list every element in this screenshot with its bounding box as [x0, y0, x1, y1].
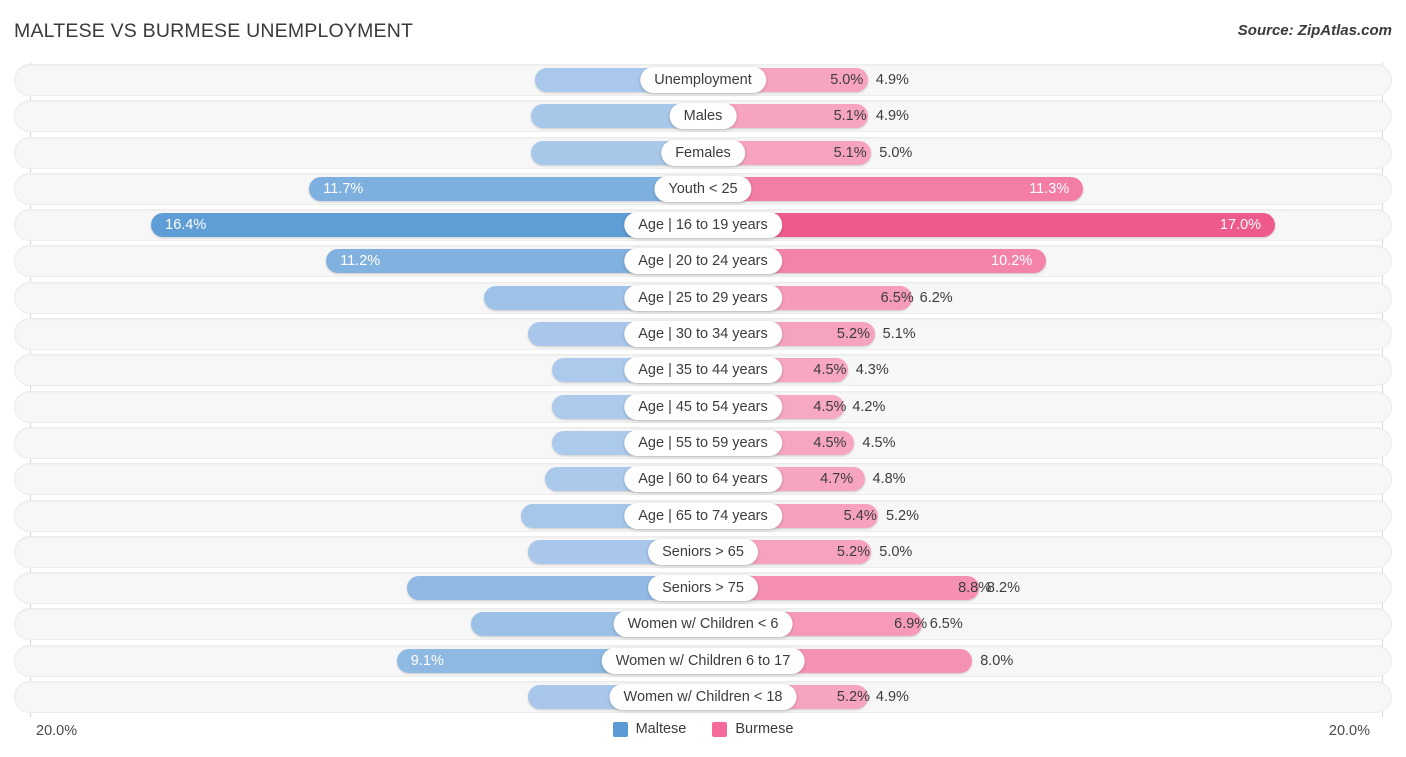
bar-row: 5.2% 4.9% Women w/ Children < 18: [0, 681, 1406, 714]
bar-row: 4.5% 4.3% Age | 35 to 44 years: [0, 354, 1406, 387]
value-label-burmese: 4.3%: [855, 362, 889, 379]
row-category-label: Age | 35 to 44 years: [624, 357, 782, 384]
legend-swatch-icon: [612, 721, 628, 737]
bar-row: 11.7% 11.3% Youth < 25: [0, 172, 1406, 205]
bar-row: 6.5% 6.2% Age | 25 to 29 years: [0, 281, 1406, 314]
chart-footer: 20.0% 20.0% Maltese Burmese: [0, 717, 1406, 757]
value-label-burmese: 6.2%: [919, 289, 953, 306]
legend-label: Burmese: [735, 721, 794, 737]
bar-row: 6.9% 6.5% Women w/ Children < 6: [0, 608, 1406, 641]
bar-row: 5.2% 5.0% Seniors > 65: [0, 535, 1406, 568]
value-label-burmese: 8.2%: [986, 580, 1020, 597]
chart-legend: Maltese Burmese: [0, 721, 1406, 737]
row-category-label: Males: [669, 103, 737, 130]
value-label-burmese: 4.8%: [872, 471, 906, 488]
legend-item: Maltese: [612, 721, 687, 737]
bar-row: 5.1% 5.0% Females: [0, 136, 1406, 169]
bar-row: 5.2% 5.1% Age | 30 to 34 years: [0, 318, 1406, 351]
bar-row: 8.8% 8.2% Seniors > 75: [0, 572, 1406, 605]
row-category-label: Age | 60 to 64 years: [624, 466, 782, 493]
legend-item: Burmese: [712, 721, 793, 737]
row-category-label: Age | 16 to 19 years: [624, 212, 782, 239]
value-label-burmese: 4.9%: [875, 72, 909, 88]
row-category-label: Women w/ Children 6 to 17: [601, 647, 805, 674]
bar-row: 11.2% 10.2% Age | 20 to 24 years: [0, 245, 1406, 278]
value-label-burmese: 10.2%: [991, 253, 1033, 270]
value-label-burmese: 4.9%: [875, 108, 909, 125]
row-category-label: Women w/ Children < 6: [613, 611, 793, 638]
value-label-burmese: 4.9%: [875, 689, 909, 706]
chart-container: MALTESE VS BURMESE UNEMPLOYMENT Source: …: [0, 0, 1406, 757]
value-label-burmese: 11.3%: [1029, 180, 1070, 197]
row-category-label: Seniors > 75: [648, 575, 758, 602]
value-label-maltese: 9.1%: [410, 652, 444, 669]
row-category-label: Females: [661, 139, 745, 166]
value-label-maltese: 6.9%: [894, 616, 928, 633]
value-label-burmese: 4.2%: [852, 398, 886, 415]
source-attribution: Source: ZipAtlas.com: [1237, 22, 1392, 39]
legend-swatch-icon: [712, 721, 728, 737]
row-category-label: Age | 45 to 54 years: [624, 393, 782, 420]
plot-area: 5.0% 4.9% Unemployment 5.1% 4.9% Males 5.1% 5.0…: [0, 62, 1406, 717]
value-label-burmese: 5.2%: [885, 507, 920, 524]
row-category-label: Age | 20 to 24 years: [624, 248, 782, 275]
legend-label: Maltese: [635, 721, 687, 737]
row-category-label: Youth < 25: [654, 175, 752, 202]
value-label-burmese: 6.5%: [929, 616, 963, 633]
bar-row: 4.5% 4.5% Age | 55 to 59 years: [0, 426, 1406, 459]
bar-row-list: 5.0% 4.9% Unemployment 5.1% 4.9% Males 5.1% 5.0…: [0, 64, 1406, 717]
bar-row: 5.4% 5.2% Age | 65 to 74 years: [0, 499, 1406, 532]
value-label-burmese: 8.0%: [980, 652, 1014, 669]
row-category-label: Age | 65 to 74 years: [624, 502, 782, 529]
page-title: MALTESE VS BURMESE UNEMPLOYMENT: [14, 20, 414, 42]
bar-row: 5.1% 4.9% Males: [0, 100, 1406, 133]
row-category-label: Age | 25 to 29 years: [624, 284, 782, 311]
row-category-label: Seniors > 65: [648, 538, 758, 565]
row-category-label: Age | 30 to 34 years: [624, 321, 782, 348]
value-label-burmese: 5.0%: [879, 543, 913, 560]
value-label-burmese: 4.5%: [862, 434, 896, 451]
value-label-maltese: 8.8%: [958, 580, 992, 597]
row-category-label: Age | 55 to 59 years: [624, 429, 782, 456]
bar-row: 4.5% 4.2% Age | 45 to 54 years: [0, 390, 1406, 423]
row-category-label: Unemployment: [640, 67, 766, 93]
bar-row: 5.0% 4.9% Unemployment: [0, 64, 1406, 96]
value-label-burmese: 5.0%: [879, 144, 913, 161]
bar-row: 16.4% 17.0% Age | 16 to 19 years: [0, 209, 1406, 242]
value-label-maltese: 5.1%: [833, 108, 867, 125]
value-label-burmese: 5.1%: [882, 326, 916, 343]
bar-row: 4.7% 4.8% Age | 60 to 64 years: [0, 463, 1406, 496]
bar-row: 9.1% 8.0% Women w/ Children 6 to 17: [0, 644, 1406, 677]
row-category-label: Women w/ Children < 18: [609, 684, 797, 711]
